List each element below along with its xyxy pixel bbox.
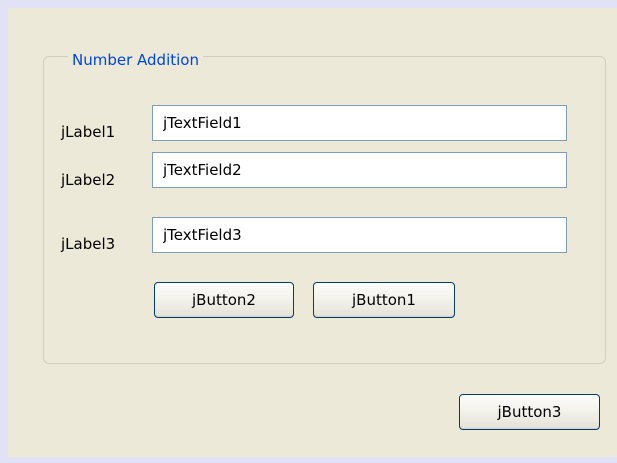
jbutton1-button[interactable]: jButton1: [313, 282, 455, 318]
text-field-3[interactable]: [152, 217, 567, 253]
label-2: jLabel2: [61, 171, 116, 189]
jbutton3-button[interactable]: jButton3: [459, 394, 600, 430]
text-field-2[interactable]: [152, 152, 567, 188]
label-1: jLabel1: [61, 123, 116, 141]
jbutton2-button[interactable]: jButton2: [154, 282, 294, 318]
group-title: Number Addition: [68, 50, 203, 70]
label-3: jLabel3: [61, 235, 116, 253]
content-panel: Number Addition jLabel1 jLabel2 jLabel3 …: [8, 8, 617, 457]
text-field-1[interactable]: [152, 105, 567, 141]
